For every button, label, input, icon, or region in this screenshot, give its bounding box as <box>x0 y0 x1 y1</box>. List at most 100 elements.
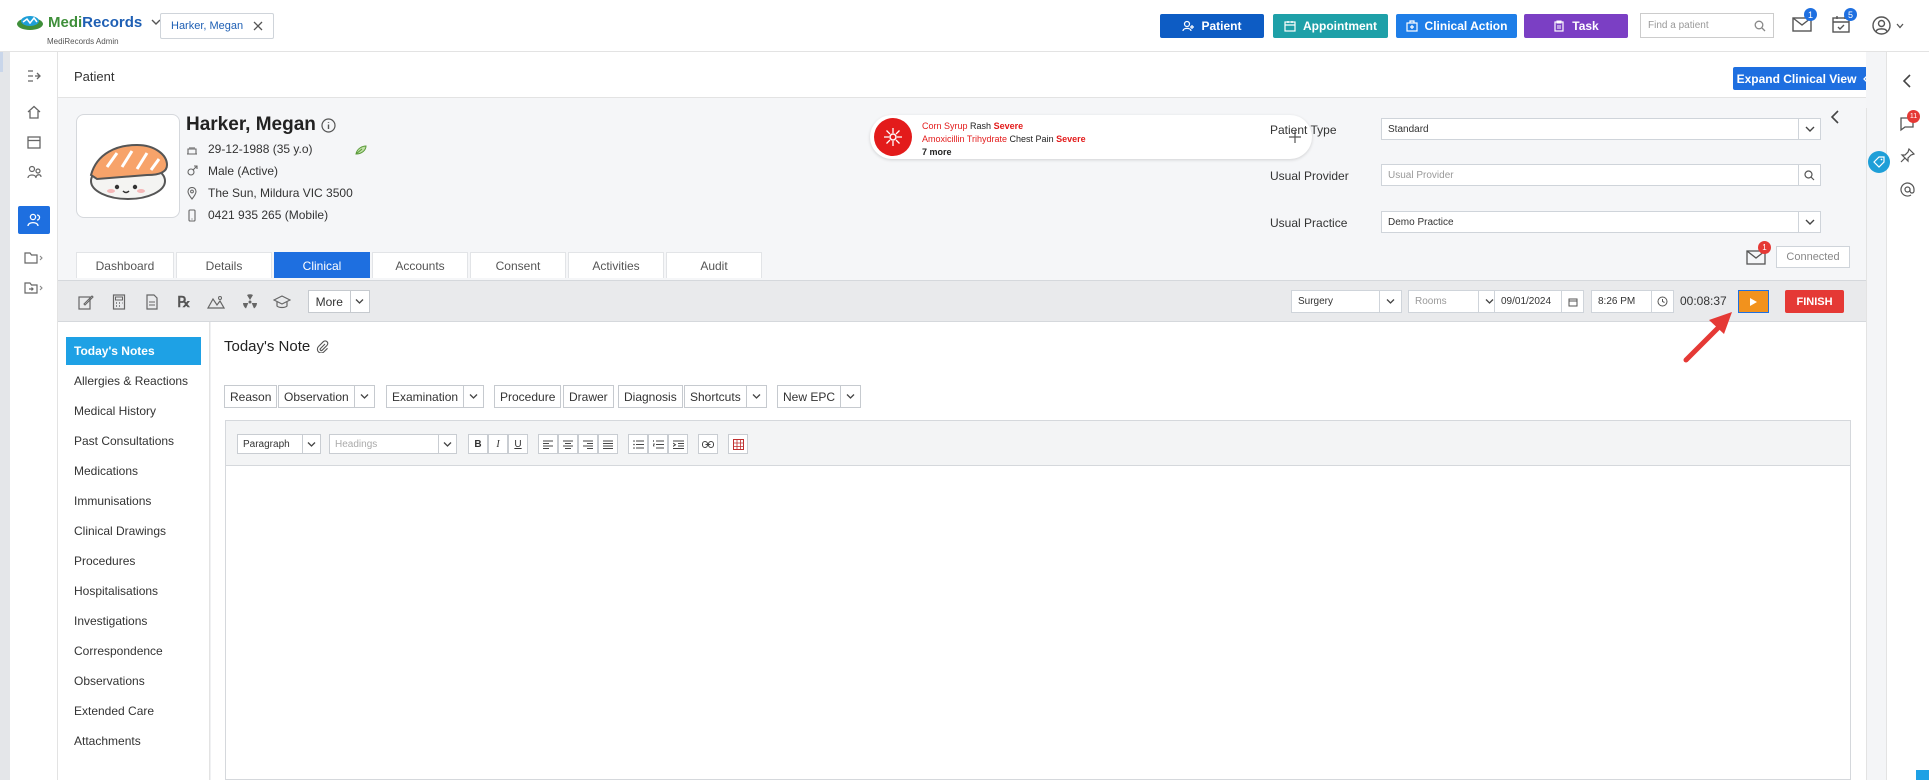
usual-practice-select[interactable]: Demo Practice <box>1381 211 1821 233</box>
patients-icon[interactable] <box>18 206 50 234</box>
new-epc-dropdown[interactable]: New EPC <box>777 385 862 408</box>
radiation-icon[interactable] <box>240 292 260 312</box>
procedure-button[interactable]: Procedure <box>494 385 562 408</box>
pin-icon[interactable] <box>1900 148 1915 163</box>
align-left-icon[interactable] <box>538 434 558 454</box>
tab-consent[interactable]: Consent <box>470 252 566 278</box>
prescription-icon[interactable]: ℞ <box>174 292 194 312</box>
open-patient-tab[interactable]: Harker, Megan <box>160 13 275 39</box>
bullet-list-icon[interactable] <box>628 434 648 454</box>
document-icon[interactable] <box>142 292 162 312</box>
nav-clinical-drawings[interactable]: Clinical Drawings <box>66 517 201 545</box>
search-icon[interactable] <box>1798 165 1820 185</box>
underline-button[interactable]: U <box>508 434 528 454</box>
sushi-avatar-icon <box>89 143 169 200</box>
new-appointment-button[interactable]: Appointment <box>1273 14 1388 38</box>
edit-note-icon[interactable] <box>76 292 96 312</box>
allergy-summary-card[interactable]: Corn Syrup Rash Severe Amoxicillin Trihy… <box>870 115 1312 159</box>
observation-dropdown[interactable]: Observation <box>278 385 375 408</box>
tab-accounts[interactable]: Accounts <box>372 252 468 278</box>
app-logo[interactable]: MediRecords <box>16 13 162 31</box>
align-right-icon[interactable] <box>578 434 598 454</box>
calculator-icon[interactable] <box>109 292 129 312</box>
new-task-button[interactable]: Task <box>1524 14 1628 38</box>
chevron-left-icon[interactable] <box>1902 74 1912 88</box>
new-clinical-action-button[interactable]: Clinical Action <box>1396 14 1517 38</box>
nav-past-consultations[interactable]: Past Consultations <box>66 427 201 455</box>
home-icon[interactable] <box>18 98 50 126</box>
at-mention-icon[interactable] <box>1900 182 1915 197</box>
panel-scroll-indicator <box>1916 770 1929 780</box>
investigations-icon[interactable] <box>206 292 226 312</box>
tab-dashboard[interactable]: Dashboard <box>76 252 174 278</box>
examination-dropdown[interactable]: Examination <box>386 385 485 408</box>
chevron-left-icon[interactable] <box>1830 110 1844 124</box>
rooms-select[interactable]: Rooms <box>1408 290 1501 313</box>
tasks-button[interactable]: 5 <box>1832 8 1857 33</box>
expand-clinical-view-button[interactable]: Expand Clinical View <box>1733 67 1881 90</box>
messages-button[interactable]: 1 <box>1746 241 1771 265</box>
patient-avatar[interactable] <box>76 114 180 218</box>
italic-button[interactable]: I <box>488 434 508 454</box>
table-icon[interactable] <box>728 434 748 454</box>
nav-procedures[interactable]: Procedures <box>66 547 201 575</box>
patient-type-select[interactable]: Standard <box>1381 118 1821 140</box>
calendar-icon[interactable] <box>1561 291 1583 312</box>
paperclip-icon[interactable] <box>316 340 329 353</box>
diagnosis-button[interactable]: Diagnosis <box>618 385 683 408</box>
allergy-more-link[interactable]: 7 more <box>922 146 1086 159</box>
patient-type-label: Patient Type <box>1270 123 1337 137</box>
location-select[interactable]: Surgery <box>1291 290 1402 313</box>
link-icon[interactable] <box>698 434 718 454</box>
nav-hospitalisations[interactable]: Hospitalisations <box>66 577 201 605</box>
date-input[interactable]: 09/01/2024 <box>1494 290 1584 313</box>
more-dropdown[interactable]: More <box>308 290 370 313</box>
tab-details[interactable]: Details <box>176 252 272 278</box>
folder-icon[interactable] <box>18 244 50 272</box>
new-patient-button[interactable]: Patient <box>1160 14 1264 38</box>
mail-button[interactable]: 1 <box>1792 8 1817 32</box>
search-input[interactable]: Find a patient <box>1648 20 1709 31</box>
nav-allergies-reactions[interactable]: Allergies & Reactions <box>66 367 201 395</box>
search-icon[interactable] <box>1754 20 1766 32</box>
usual-provider-input[interactable]: Usual Provider <box>1381 164 1821 186</box>
nav-investigations[interactable]: Investigations <box>66 607 201 635</box>
paragraph-style-select[interactable]: Paragraph <box>237 434 321 454</box>
finish-button[interactable]: FINISH <box>1785 290 1844 313</box>
align-center-icon[interactable] <box>558 434 578 454</box>
time-input[interactable]: 8:26 PM <box>1591 290 1674 313</box>
align-justify-icon[interactable] <box>598 434 618 454</box>
education-icon[interactable] <box>272 292 292 312</box>
shortcuts-dropdown[interactable]: Shortcuts <box>684 385 767 408</box>
find-patient-search[interactable]: Find a patient <box>1640 13 1774 38</box>
nav-immunisations[interactable]: Immunisations <box>66 487 201 515</box>
numbered-list-icon[interactable] <box>648 434 668 454</box>
people-icon[interactable] <box>18 158 50 186</box>
bold-button[interactable]: B <box>468 434 488 454</box>
nav-observations[interactable]: Observations <box>66 667 201 695</box>
nav-medications[interactable]: Medications <box>66 457 201 485</box>
indent-icon[interactable] <box>668 434 688 454</box>
note-text-editor[interactable] <box>225 466 1851 780</box>
mobile-phone-icon <box>188 208 196 222</box>
nav-medical-history[interactable]: Medical History <box>66 397 201 425</box>
reason-button[interactable]: Reason <box>224 385 278 408</box>
clock-icon[interactable] <box>1651 291 1673 312</box>
nav-todays-notes[interactable]: Today's Notes <box>66 337 201 365</box>
nav-correspondence[interactable]: Correspondence <box>66 637 201 665</box>
info-icon[interactable] <box>321 117 336 133</box>
calendar-icon[interactable] <box>18 128 50 156</box>
headings-select[interactable]: Headings <box>329 434 457 454</box>
user-menu[interactable] <box>1872 16 1905 35</box>
tab-audit[interactable]: Audit <box>666 252 762 278</box>
tab-clinical[interactable]: Clinical <box>274 252 370 278</box>
nav-attachments[interactable]: Attachments <box>66 727 201 755</box>
tag-toggle-button[interactable] <box>1868 151 1890 173</box>
close-icon[interactable] <box>253 21 263 31</box>
nav-extended-care[interactable]: Extended Care <box>66 697 201 725</box>
folder-share-icon[interactable] <box>18 274 50 302</box>
tab-activities[interactable]: Activities <box>568 252 664 278</box>
collapse-nav-icon[interactable] <box>18 62 50 90</box>
drawer-button[interactable]: Drawer <box>563 385 614 408</box>
comments-button[interactable]: 11 <box>1899 110 1920 132</box>
